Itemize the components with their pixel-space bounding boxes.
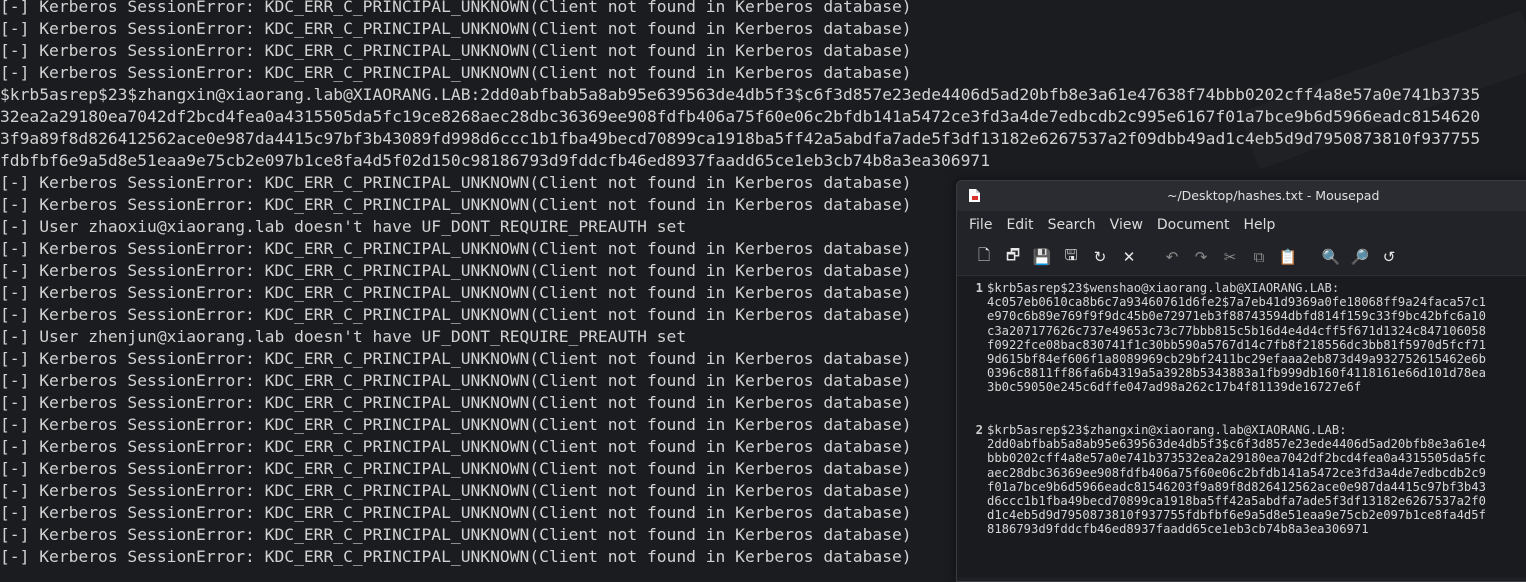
terminal-line: [-] Kerberos SessionError: KDC_ERR_C_PRI… xyxy=(0,41,912,60)
find-icon[interactable]: 🔍 xyxy=(1320,246,1342,268)
editor-text-line[interactable]: d1c4eb5d9d7950873810f937755fdbfbf6e9a5d8… xyxy=(987,508,1486,522)
redo-icon[interactable]: ↷ xyxy=(1190,246,1212,268)
menu-bar: File Edit Search View Document Help xyxy=(957,211,1526,239)
find-replace-icon[interactable]: 🔎 xyxy=(1349,246,1371,268)
editor-text-line[interactable]: 8186793d9fddcfb46ed8937faadd65ce1eb3cb74… xyxy=(987,522,1369,536)
menu-file[interactable]: File xyxy=(969,217,992,233)
terminal-line: fdbfbf6e9a5d8e51eaa9e75cb2e097b1ce8fa4d5… xyxy=(0,151,991,170)
save-as-icon[interactable]: 🖫 xyxy=(1060,246,1082,268)
window-titlebar[interactable]: ~/Desktop/hashes.txt - Mousepad xyxy=(957,181,1526,211)
copy-icon[interactable]: ⧉ xyxy=(1248,246,1270,268)
cut-icon[interactable]: ✂ xyxy=(1219,246,1241,268)
menu-document[interactable]: Document xyxy=(1157,217,1230,233)
menu-help[interactable]: Help xyxy=(1243,217,1275,233)
editor-text-line[interactable]: 3b0c59050e245c6dffe047ad98a262c17b4f8113… xyxy=(987,380,1361,394)
editor-text-line[interactable]: d6ccc1b1fba49becd70899ca1918ba5ff42a5abd… xyxy=(987,494,1486,508)
undo-icon[interactable]: ↶ xyxy=(1161,246,1183,268)
terminal-line: 32ea2a29180ea7042df2bcd4fea0a4315505da5f… xyxy=(0,107,1481,126)
editor-text-line[interactable]: f0922fce08bac830741f1c30bb590a5767d14c7f… xyxy=(987,338,1486,352)
mousepad-window: ~/Desktop/hashes.txt - Mousepad File Edit… xyxy=(956,180,1526,582)
menu-edit[interactable]: Edit xyxy=(1006,217,1033,233)
editor-text-line[interactable]: f01a7bce9b6d5966eadc81546203f9a89f8d8264… xyxy=(987,480,1486,494)
editor-text-line[interactable]: 9d615bf84ef606f1a8089969cb29bf2411bc29ef… xyxy=(987,352,1486,366)
terminal-line: [-] Kerberos SessionError: KDC_ERR_C_PRI… xyxy=(0,0,912,16)
new-document-icon[interactable]: 🗋 xyxy=(973,246,995,268)
terminal-line: [-] Kerberos SessionError: KDC_ERR_C_PRI… xyxy=(0,63,912,82)
editor-text-line[interactable]: bbb0202cff4a8e57a0e741b373532ea2a29180ea… xyxy=(987,451,1486,465)
line-number: 1 xyxy=(975,281,983,295)
text-editor[interactable]: 1 $krb5asrep$23$wenshao@xiaorang.lab@XIAO… xyxy=(957,277,1526,577)
editor-text-line[interactable]: 4c057eb0610ca8b6c7a93460761d6fe2$7a7eb41… xyxy=(987,295,1486,309)
editor-text-line[interactable]: aec28dbc36369ee908fdfb406a75f60e06c2bfdb… xyxy=(987,466,1486,480)
paste-icon[interactable]: 📋 xyxy=(1277,246,1299,268)
menu-search[interactable]: Search xyxy=(1048,217,1096,233)
editor-text-line[interactable]: c3a207177626c737e49653c73c77bbb815c5b16d… xyxy=(987,324,1486,338)
window-title: ~/Desktop/hashes.txt - Mousepad xyxy=(1167,188,1380,203)
terminal-line: 3f9a89f8d826412562ace0e987da4415c97bf3b4… xyxy=(0,129,1481,148)
save-icon[interactable]: 💾 xyxy=(1031,246,1053,268)
terminal-line: [-] Kerberos SessionError: KDC_ERR_C_PRI… xyxy=(0,19,912,38)
editor-text-line[interactable]: $krb5asrep$23$zhangxin@xiaorang.lab@XIAO… xyxy=(987,423,1347,437)
line-number: 2 xyxy=(975,423,983,437)
editor-text-line[interactable]: e970c6b89e769f9f9dc45b0e72971eb3f8874359… xyxy=(987,309,1486,323)
terminal-line: $krb5asrep$23$zhangxin@xiaorang.lab@XIAO… xyxy=(0,85,1481,104)
editor-text-line[interactable]: 2dd0abfbab5a8ab95e639563de4db5f3$c6f3d85… xyxy=(987,437,1486,451)
editor-text-line[interactable]: $krb5asrep$23$wenshao@xiaorang.lab@XIAOR… xyxy=(987,281,1339,295)
document-icon xyxy=(969,189,980,202)
toolbar: 🗋 🗗 💾 🖫 ↻ ✕ ↶ ↷ ✂ ⧉ 📋 🔍 🔎 ↺ xyxy=(957,239,1526,276)
goto-line-icon[interactable]: ↺ xyxy=(1378,246,1400,268)
menu-view[interactable]: View xyxy=(1110,217,1143,233)
reload-icon[interactable]: ↻ xyxy=(1089,246,1111,268)
close-icon[interactable]: ✕ xyxy=(1118,246,1140,268)
new-window-icon[interactable]: 🗗 xyxy=(1002,246,1024,268)
editor-text-line[interactable]: 0396c8811ff86fa6b4319a5a3928b5343883a1fb… xyxy=(987,366,1486,380)
